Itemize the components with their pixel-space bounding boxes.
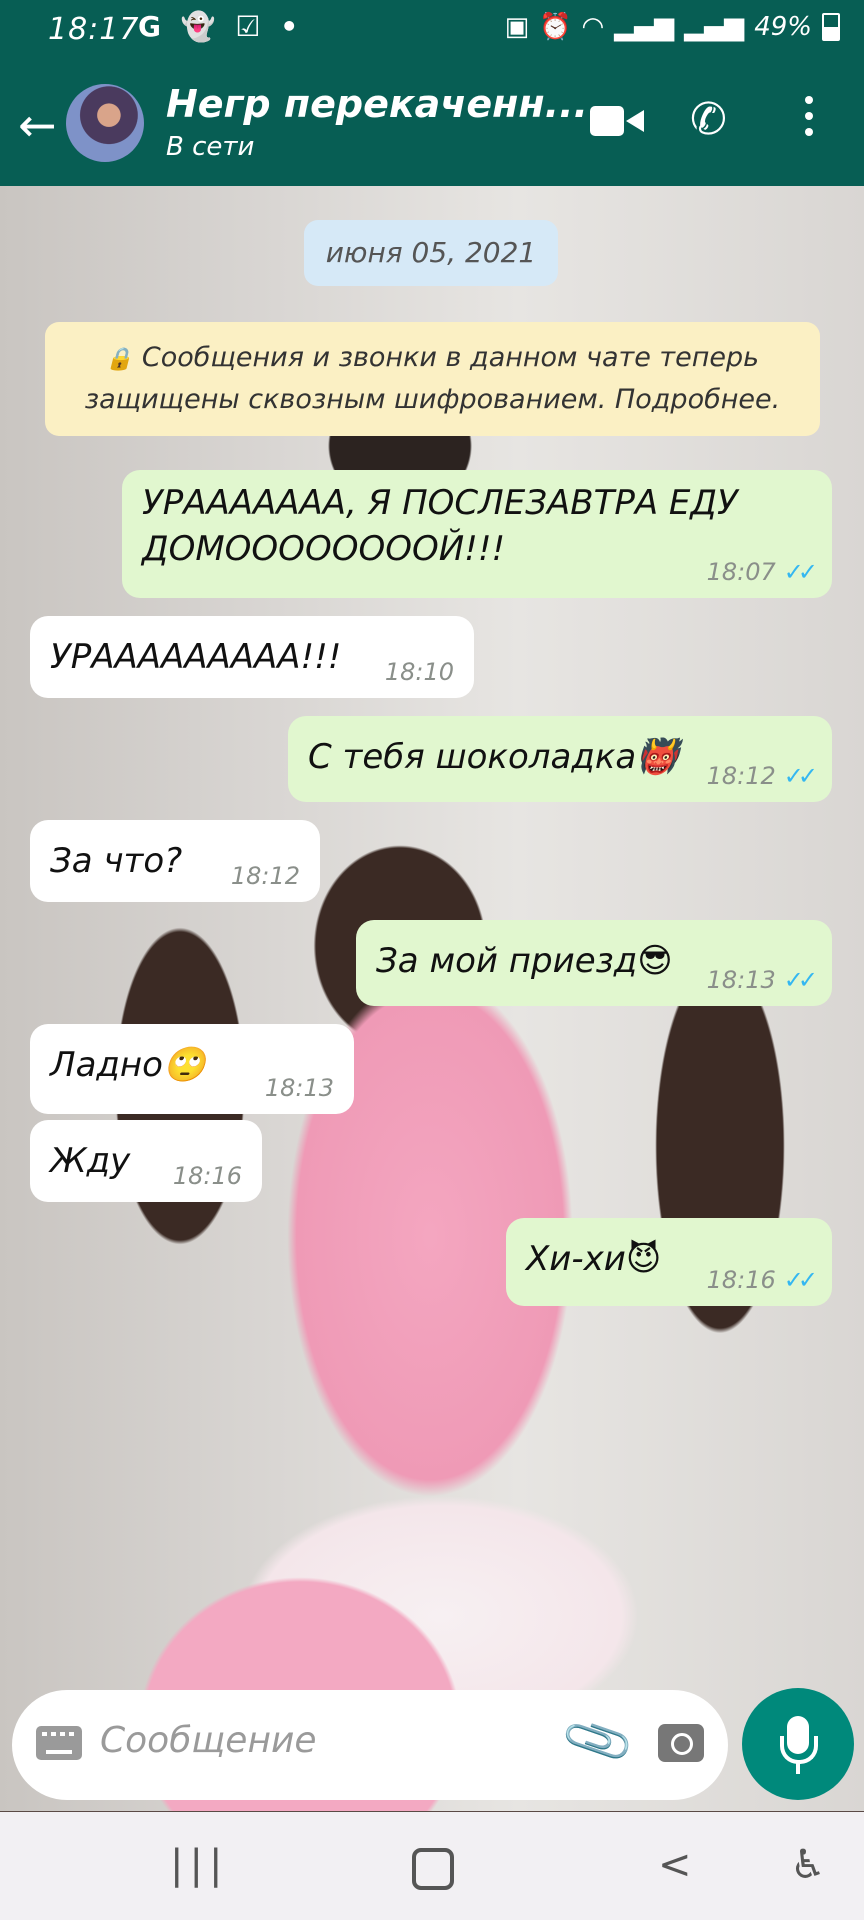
encryption-notice-text: Сообщения и звонки в данном чате теперь … [84,342,781,415]
message-input[interactable]: Сообщение [100,1720,317,1761]
date-chip: июня 05, 2021 [304,220,558,286]
message-meta: 18:07 ✓✓ [706,558,818,586]
wifi-icon: ◠ [581,12,605,42]
signal-icon: ▂▄▆ [614,12,675,42]
microphone-button[interactable] [742,1688,854,1800]
encryption-notice[interactable]: 🔒 Сообщения и звонки в данном чате тепер… [45,322,820,436]
read-ticks-icon: ✓✓ [783,1266,818,1294]
message-time: 18:13 [706,966,776,994]
camera-icon[interactable] [658,1724,704,1762]
message-text: УРААААААААА!!! [50,637,342,677]
message-outgoing[interactable]: За мой приезд😎 18:13 ✓✓ [356,920,832,1006]
battery-icon [822,13,840,41]
message-outgoing[interactable]: Хи-хи😈 18:16 ✓✓ [506,1218,832,1306]
message-time: 18:13 [264,1074,334,1102]
message-time: 18:10 [384,658,454,686]
message-incoming[interactable]: Жду 18:16 [30,1120,262,1202]
message-incoming[interactable]: За что? 18:12 [30,820,320,902]
message-text-line2: ДОМООООООООЙ!!! [142,529,506,569]
ogre-emoji-icon: 👹 [636,737,679,777]
back-arrow-icon[interactable]: ← [18,98,57,152]
avatar[interactable] [66,84,144,162]
status-time: 18:17 [48,12,140,47]
message-incoming[interactable]: УРААААААААА!!! 18:10 [30,616,474,698]
message-text: За мой приезд [376,941,638,981]
home-icon[interactable] [412,1848,454,1890]
read-ticks-icon: ✓✓ [783,762,818,790]
nfc-icon: ▣ [504,12,530,42]
system-nav-bar: ||| < ♿ [0,1812,864,1920]
message-meta: 18:16 ✓✓ [706,1266,818,1294]
battery-percent: 49% [754,12,812,42]
message-text: За что? [50,841,183,881]
read-ticks-icon: ✓✓ [783,966,818,994]
message-meta: 18:12 ✓✓ [706,762,818,790]
recent-apps-icon[interactable]: ||| [170,1842,228,1888]
signal-icon: ▂▄▆ [684,12,745,42]
message-outgoing[interactable]: С тебя шоколадка👹 18:12 ✓✓ [288,716,832,802]
smiling-devil-emoji-icon: 😈 [625,1239,662,1279]
dot-icon: • [280,10,299,43]
message-time: 18:16 [172,1162,242,1190]
more-vert-icon[interactable] [805,96,813,144]
message-time: 18:12 [230,862,300,890]
message-text: Жду [50,1141,131,1181]
sunglasses-emoji-icon: 😎 [637,941,673,981]
read-ticks-icon: ✓✓ [783,558,818,586]
accessibility-icon[interactable]: ♿ [790,1842,826,1888]
message-outgoing[interactable]: УРААААААА, Я ПОСЛЕЗАВТРА ЕДУ ДОМОООООООО… [122,470,832,598]
paperclip-icon[interactable]: 📎 [558,1701,638,1780]
eye-roll-emoji-icon: 🙄 [162,1045,206,1085]
nav-back-icon[interactable]: < [658,1842,692,1888]
message-meta: 18:13 ✓✓ [706,966,818,994]
message-time: 18:07 [706,558,776,586]
chat-header: ← Негр перекаченн... В сети ✆ [0,60,864,186]
message-input-bar: Сообщение 📎 [12,1690,728,1800]
message-incoming[interactable]: Ладно🙄 18:13 [30,1024,354,1114]
message-time: 18:12 [706,762,776,790]
message-text: С тебя шоколадка [308,737,637,777]
status-bar: 18:17 G 👻 ☑ • ▣ ⏰ ◠ ▂▄▆ ▂▄▆ 49% [0,0,864,60]
contact-status: В сети [166,132,255,162]
message-text: Ладно [50,1045,163,1085]
keyboard-icon[interactable] [36,1726,82,1760]
contact-name[interactable]: Негр перекаченн... [166,82,588,126]
snapchat-icon: 👻 [180,10,216,43]
message-time: 18:16 [706,1266,776,1294]
alarm-icon: ⏰ [539,12,572,42]
phone-icon[interactable]: ✆ [690,94,727,145]
google-icon: G [138,10,161,43]
message-text: Хи-хи [526,1239,626,1279]
message-text-line1: УРААААААА, Я ПОСЛЕЗАВТРА ЕДУ [142,483,738,523]
status-right-icons: ▣ ⏰ ◠ ▂▄▆ ▂▄▆ 49% [505,12,840,42]
checkbox-icon: ☑ [235,10,261,43]
lock-icon: 🔒 [105,347,134,372]
status-left-icons: G 👻 ☑ • [138,10,308,43]
